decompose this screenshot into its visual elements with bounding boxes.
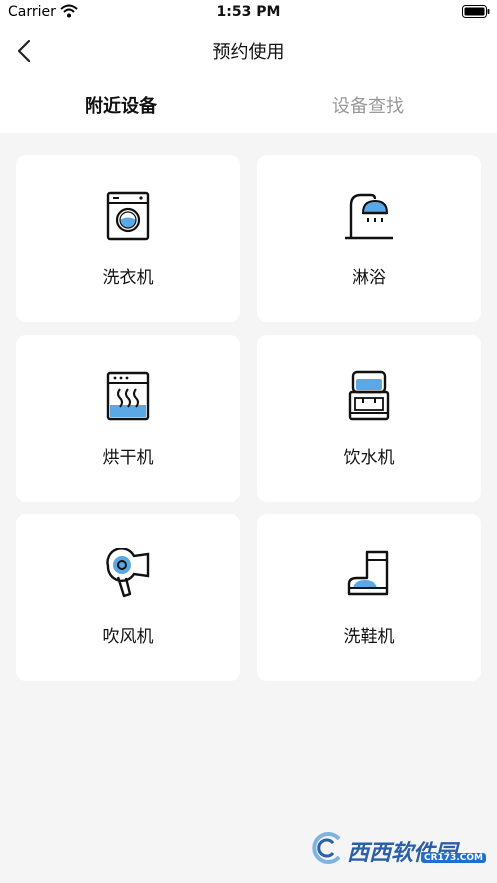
device-label: 洗衣机 bbox=[102, 268, 154, 288]
device-card-washing-machine[interactable]: 洗衣机 bbox=[16, 155, 240, 322]
battery-icon bbox=[462, 5, 490, 18]
washing-machine-icon bbox=[106, 191, 150, 241]
header-area: Carrier 1:53 PM 预约使用 附近设备 设备查找 bbox=[0, 0, 497, 133]
device-card-hair-dryer[interactable]: 吹风机 bbox=[16, 514, 240, 681]
device-card-water-dispenser[interactable]: 饮水机 bbox=[257, 335, 481, 502]
watermark-logo: 西西软件园 CR173.COM bbox=[303, 831, 486, 866]
status-time: 1:53 PM bbox=[216, 4, 281, 20]
tab-nearby-devices[interactable]: 附近设备 bbox=[85, 92, 157, 118]
device-label: 洗鞋机 bbox=[343, 627, 395, 647]
hair-dryer-icon bbox=[106, 548, 150, 598]
device-card-shoe-washer[interactable]: 洗鞋机 bbox=[257, 514, 481, 681]
status-bar: Carrier 1:53 PM bbox=[0, 0, 497, 26]
device-label: 烘干机 bbox=[102, 448, 154, 468]
device-card-dryer[interactable]: 烘干机 bbox=[16, 335, 240, 502]
shoe-washer-icon bbox=[347, 550, 389, 596]
water-dispenser-icon bbox=[348, 370, 390, 421]
watermark-sub: CR173.COM bbox=[421, 853, 486, 863]
device-label: 淋浴 bbox=[352, 268, 386, 288]
nav-bar: 预约使用 bbox=[0, 30, 497, 70]
tab-device-search[interactable]: 设备查找 bbox=[332, 92, 404, 118]
watermark-swirl-icon bbox=[312, 832, 341, 864]
device-label: 饮水机 bbox=[343, 448, 395, 468]
device-card-shower[interactable]: 淋浴 bbox=[257, 155, 481, 322]
shower-icon bbox=[345, 193, 393, 240]
dryer-icon bbox=[106, 371, 150, 421]
device-label: 吹风机 bbox=[102, 627, 154, 647]
page-title: 预约使用 bbox=[212, 42, 285, 63]
